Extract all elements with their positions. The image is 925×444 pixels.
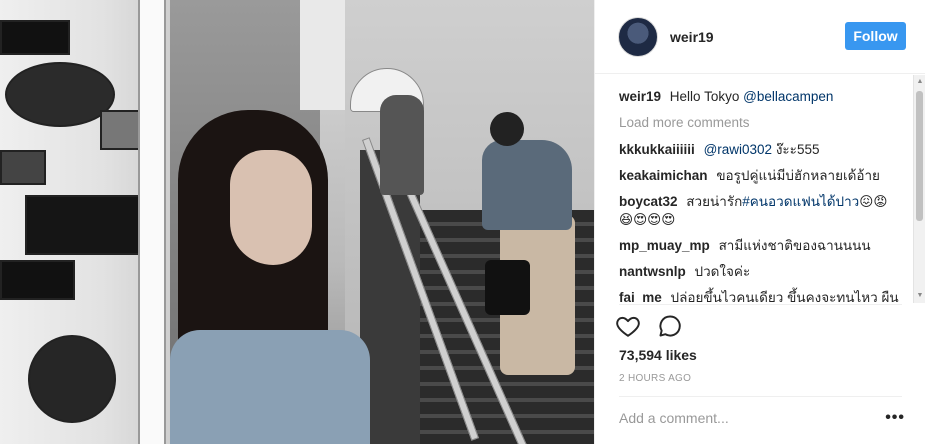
comment-hashtag[interactable]: #คนอวดแฟนได้ปาว: [742, 194, 859, 209]
comment-text: ขอรูปคู่แน่มีบ่ฮักหลายเด้อ้าย: [716, 168, 880, 183]
comment-list: weir19 Hello Tokyo @bellacampen Load mor…: [619, 88, 901, 303]
add-comment-input[interactable]: [619, 410, 869, 426]
username[interactable]: weir19: [670, 29, 714, 45]
pole: [138, 0, 166, 444]
comment-text: ง๊ะะ555: [775, 142, 820, 157]
comment-text: Hello Tokyo: [669, 89, 740, 104]
sticker: [0, 260, 75, 300]
sticker: [0, 150, 46, 185]
scroll-up-arrow-icon[interactable]: ▲: [915, 77, 925, 87]
comment-user[interactable]: keakaimichan: [619, 168, 708, 183]
comment-user[interactable]: fai_me: [619, 290, 662, 303]
scrollbar-thumb[interactable]: [916, 91, 923, 221]
comment-item: nantwsnlp ปวดใจค่ะ: [619, 263, 901, 281]
woman: [170, 330, 370, 444]
comment-item: kkkukkaiiiiii @rawi0302 ง๊ะะ555: [619, 141, 901, 159]
comment-item: mp_muay_mp สามีแห่งชาติของฉานนนน: [619, 237, 901, 255]
follow-button[interactable]: Follow: [845, 22, 906, 50]
comment-user[interactable]: weir19: [619, 89, 661, 104]
comment-user[interactable]: mp_muay_mp: [619, 238, 710, 253]
sticker: [28, 335, 116, 423]
comment-icon[interactable]: [657, 313, 683, 339]
heart-icon[interactable]: [615, 313, 641, 339]
like-count[interactable]: 73,594 likes: [619, 347, 697, 363]
person: [380, 95, 424, 195]
comment-user[interactable]: boycat32: [619, 194, 678, 209]
post-photo[interactable]: [0, 0, 594, 444]
divider: [619, 396, 902, 397]
post-time[interactable]: 2 HOURS AGO: [619, 373, 691, 384]
post-panel: weir19 Follow weir19 Hello Tokyo @bellac…: [594, 0, 925, 444]
comment-mention[interactable]: @rawi0302: [704, 142, 773, 157]
comment-text: สวยน่ารัก: [686, 194, 743, 209]
comment-item: fai_me ปล่อยขึ้นไวคนเดียว ขึ้นคงจะทนไหว …: [619, 289, 901, 303]
caption: weir19 Hello Tokyo @bellacampen: [619, 88, 901, 106]
person: [490, 112, 524, 146]
scroll-down-arrow-icon[interactable]: ▼: [915, 291, 925, 301]
divider: [619, 304, 902, 305]
bag: [485, 260, 530, 315]
comment-item: keakaimichan ขอรูปคู่แน่มีบ่ฮักหลายเด้อ้…: [619, 167, 901, 185]
comment-user[interactable]: nantwsnlp: [619, 264, 686, 279]
action-bar: [615, 313, 683, 339]
more-options-button[interactable]: •••: [885, 409, 905, 427]
sticker: [5, 62, 115, 127]
post-header: weir19 Follow: [595, 0, 925, 74]
comment-user[interactable]: kkkukkaiiiiii: [619, 142, 695, 157]
load-more-comments[interactable]: Load more comments: [619, 114, 901, 132]
sticker: [0, 20, 70, 55]
comments-scrollbar[interactable]: ▲ ▼: [913, 75, 925, 303]
comment-text: ปวดใจค่ะ: [694, 264, 751, 279]
comment-mention[interactable]: @bellacampen: [743, 89, 833, 104]
instagram-post: weir19 Follow weir19 Hello Tokyo @bellac…: [0, 0, 925, 444]
comment-item: boycat32 สวยน่ารัก#คนอวดแฟนได้ปาว😖😡😆😍😍😍: [619, 193, 901, 229]
woman: [230, 150, 312, 265]
avatar[interactable]: [618, 16, 658, 57]
comment-text: สามีแห่งชาติของฉานนนน: [718, 238, 871, 253]
person: [482, 140, 572, 230]
